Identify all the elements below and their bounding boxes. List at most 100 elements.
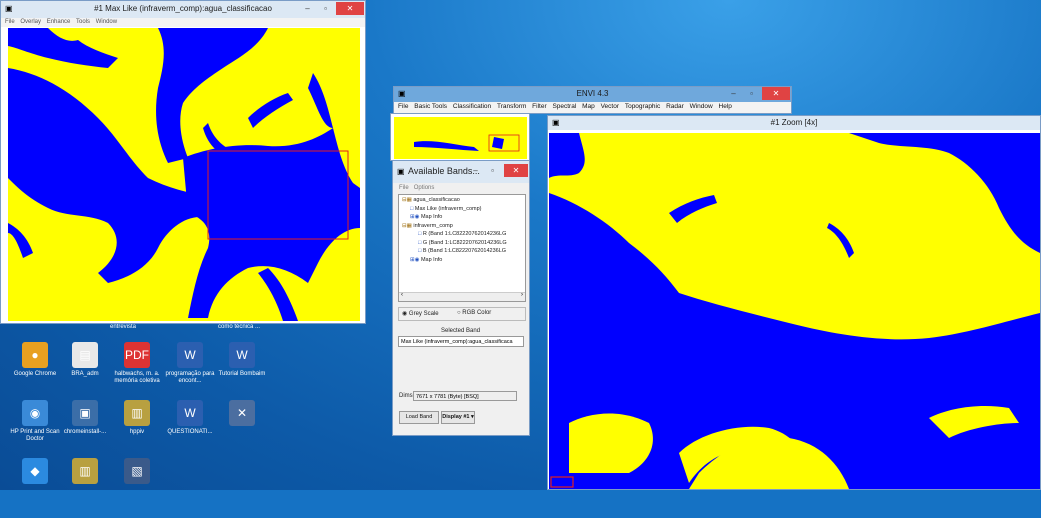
- bands-maximize-button[interactable]: ▫: [483, 164, 502, 177]
- band-tree-item[interactable]: □ Max Like (infraverm_comp): [410, 206, 482, 212]
- display-dropdown[interactable]: Display #1 ▾: [441, 411, 475, 424]
- dims-label: Dims: [399, 393, 413, 399]
- programacao-icon: W: [177, 342, 203, 368]
- image-window-titlebar[interactable]: ▣ #1 Max Like (infraverm_comp):agua_clas…: [1, 1, 365, 18]
- desktop-icon-tutorial[interactable]: W Tutorial Bombaim: [212, 340, 272, 402]
- file-icon: ⊟▦: [402, 197, 414, 203]
- envi-menu-radar[interactable]: Radar: [666, 103, 684, 110]
- menu-overlay[interactable]: Overlay: [20, 19, 41, 25]
- desktop-icon-programacao[interactable]: Wprogramação para encont...: [160, 340, 220, 402]
- zoom-titlebar[interactable]: ▣ #1 Zoom [4x]: [548, 116, 1040, 130]
- desktop-icon-label: hppiv: [129, 429, 145, 435]
- desktop-icon-chromeinstall[interactable]: ▣ chromeinstall-...: [55, 398, 115, 460]
- band-tree-item[interactable]: ⊞◉ Map Info: [410, 257, 442, 263]
- menu-window[interactable]: Window: [96, 19, 117, 25]
- envi-titlebar[interactable]: ▣ ENVI 4.3 ‒ ▫ ✕: [394, 87, 791, 102]
- envi-menu-classification[interactable]: Classification: [453, 103, 491, 110]
- image-window[interactable]: ▣ #1 Max Like (infraverm_comp):agua_clas…: [0, 0, 366, 324]
- band-tree-label: G (Band 1:LC82220762014236LG: [422, 239, 507, 246]
- band-tree-item[interactable]: ⊟▦ infraverm_comp: [402, 223, 453, 229]
- envi-menu-window[interactable]: Window: [690, 103, 713, 110]
- envi-maximize-button[interactable]: ▫: [742, 87, 761, 100]
- desktop-icon-label: programação para encont...: [165, 371, 215, 384]
- maximize-button[interactable]: ▫: [316, 2, 335, 15]
- band-tree-label: B (Band 1:LC82220762014236LG: [422, 248, 507, 254]
- selected-band-field: Max Like (infraverm_comp):agua_classific…: [398, 336, 524, 347]
- bands-close-button[interactable]: ✕: [504, 164, 528, 177]
- desktop-icon-questionati[interactable]: W QUESTIONATI...: [160, 398, 220, 460]
- bands-menu-options[interactable]: Options: [414, 185, 435, 191]
- desktop-icon-row3-c[interactable]: ▥: [55, 456, 115, 518]
- envi-menu-help[interactable]: Help: [719, 103, 732, 110]
- row3-c-icon: ▥: [72, 458, 98, 484]
- desktop-icon-label: QUESTIONATI...: [167, 429, 213, 435]
- load-band-button[interactable]: Load Band: [399, 411, 439, 424]
- envi-close-button[interactable]: ✕: [762, 87, 790, 100]
- band-tree-item[interactable]: □ B (Band 1:LC82220762014236LG: [418, 248, 506, 254]
- row3-d-icon: ▧: [124, 458, 150, 484]
- close-button[interactable]: ✕: [336, 2, 364, 15]
- band-tree-label: agua_classificacao: [413, 197, 460, 203]
- envi-menu-vector[interactable]: Vector: [601, 103, 619, 110]
- halbwachs-icon: PDF: [124, 342, 150, 368]
- envi-menu-filter[interactable]: Filter: [532, 103, 546, 110]
- zoom-title: #1 Zoom [4x]: [770, 118, 818, 127]
- chrome-icon: ●: [22, 342, 48, 368]
- band-tree-label: Map Info: [420, 214, 443, 220]
- chromeinstall-icon: ▣: [72, 400, 98, 426]
- desktop-caption-entrevista: entrevista: [110, 324, 137, 330]
- desktop-icon-bra-adm[interactable]: ▤ BRA_adm: [55, 340, 115, 402]
- desktop-icon-hppiv[interactable]: ▥ hppiv: [107, 398, 167, 460]
- tree-hscrollbar[interactable]: ‹ ›: [399, 292, 525, 301]
- radio-grey-scale[interactable]: ◉ Grey Scale: [402, 310, 439, 317]
- envi-menu-transform[interactable]: Transform: [497, 103, 526, 110]
- scroll-image[interactable]: [394, 117, 527, 159]
- desktop-icon-row3-d[interactable]: ▧: [107, 456, 167, 518]
- envi-main-window[interactable]: ▣ ENVI 4.3 ‒ ▫ ✕ File Basic Tools Classi…: [393, 86, 792, 114]
- minimize-button[interactable]: ‒: [298, 2, 317, 15]
- scroll-left-icon[interactable]: ‹: [401, 292, 403, 298]
- questionati-icon: W: [177, 400, 203, 426]
- desktop-icon-label: BRA_adm: [71, 371, 99, 377]
- color-mode-group: ◉ Grey Scale ○ RGB Color: [398, 307, 526, 321]
- envi-menu-spectral[interactable]: Spectral: [552, 103, 576, 110]
- band-tree[interactable]: ⊟▦ agua_classificacao □ Max Like (infrave…: [398, 194, 526, 302]
- available-bands-window[interactable]: ▣ Available Bands... ‒ ▫ ✕ File Options …: [392, 160, 530, 436]
- zoom-image[interactable]: [549, 133, 1040, 489]
- scroll-right-icon[interactable]: ›: [521, 292, 523, 298]
- envi-menu-basic-tools[interactable]: Basic Tools: [414, 103, 447, 110]
- hppiv-icon: ▥: [124, 400, 150, 426]
- band-tree-item[interactable]: ⊞◉ Map Info: [410, 214, 442, 220]
- envi-menu-map[interactable]: Map: [582, 103, 595, 110]
- band-tree-label: Max Like (infraverm_comp): [414, 205, 482, 212]
- file-icon: ⊟▦: [402, 222, 414, 229]
- desktop-icon-halbwachs[interactable]: PDF halbwachs, m. a. memória coletiva: [107, 340, 167, 402]
- globe-icon: ⊞◉: [410, 214, 421, 220]
- band-tree-item[interactable]: ⊟▦ agua_classificacao: [402, 197, 460, 203]
- scroll-window[interactable]: [390, 113, 530, 161]
- bra-adm-icon: ▤: [72, 342, 98, 368]
- menu-tools[interactable]: Tools: [76, 19, 90, 25]
- bands-titlebar[interactable]: ▣ Available Bands... ‒ ▫ ✕: [393, 161, 529, 183]
- zoom-window[interactable]: ▣ #1 Zoom [4x]: [547, 115, 1041, 490]
- selected-band-label: Selected Band: [441, 328, 481, 334]
- desktop-icon-label: chromeinstall-...: [63, 429, 107, 435]
- bands-menu-file[interactable]: File: [399, 185, 409, 191]
- radio-rgb-color[interactable]: ○ RGB Color: [457, 310, 491, 316]
- radio-grey-label: Grey Scale: [408, 311, 439, 317]
- envi-menu-file[interactable]: File: [398, 103, 408, 110]
- band-tree-item[interactable]: □ G (Band 1:LC82220762014236LG: [418, 240, 507, 246]
- desktop-caption-como-tecnica: como técnica ...: [218, 324, 261, 330]
- bands-menu: File Options: [399, 185, 434, 191]
- menu-enhance[interactable]: Enhance: [47, 19, 71, 25]
- desktop-icon-label: halbwachs, m. a. memória coletiva: [114, 371, 160, 384]
- tutorial-icon: W: [229, 342, 255, 368]
- menu-file[interactable]: File: [5, 19, 15, 25]
- envi-minimize-button[interactable]: ‒: [724, 87, 743, 100]
- desktop-icon-row3-a[interactable]: ✕: [212, 398, 272, 460]
- envi-menu-topographic[interactable]: Topographic: [625, 103, 660, 110]
- desktop-icon-label: Tutorial Bombaim: [218, 371, 266, 377]
- band-tree-item[interactable]: □ R (Band 1:LC82220762014236LG: [418, 231, 506, 237]
- band-tree-label: R (Band 1:LC82220762014236LG: [422, 231, 507, 237]
- classified-image[interactable]: [8, 28, 360, 321]
